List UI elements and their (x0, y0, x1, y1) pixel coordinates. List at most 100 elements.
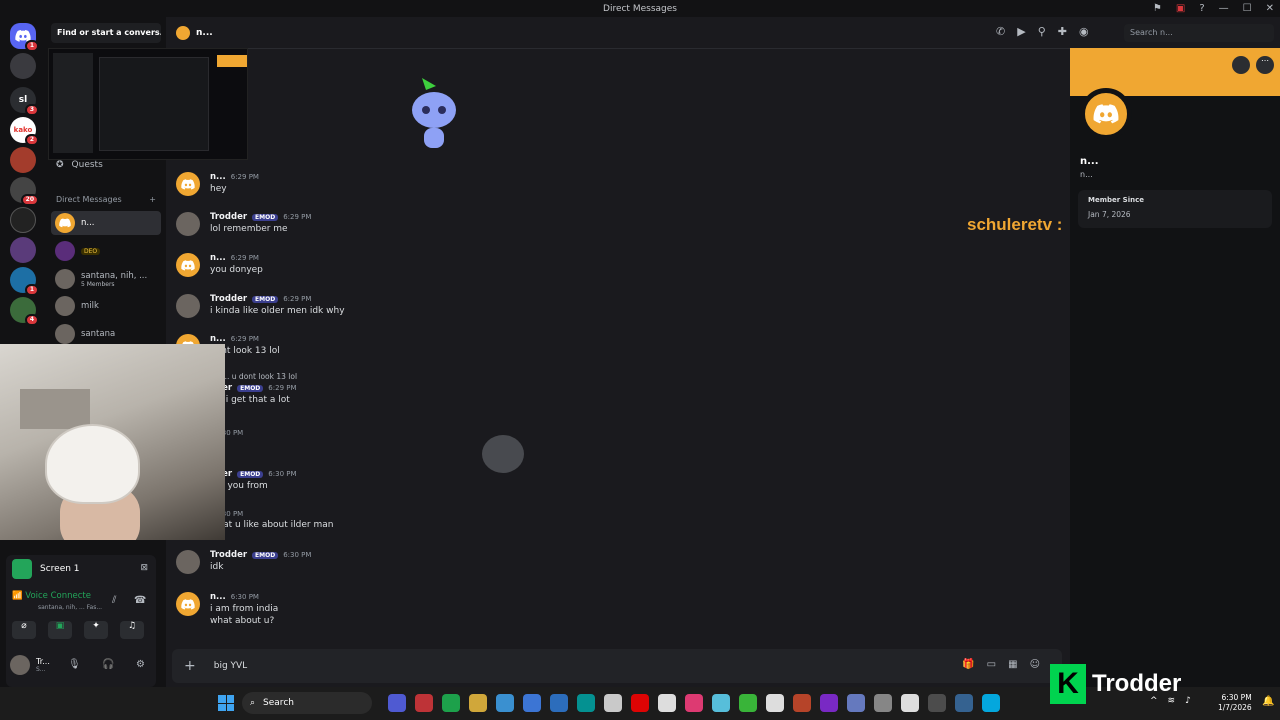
find-conversation-input[interactable]: Find or start a convers... (51, 23, 161, 43)
server-icon[interactable] (10, 207, 36, 233)
quests-item[interactable]: ✪ Quests (56, 160, 103, 170)
dm-item[interactable]: DEO (51, 239, 161, 263)
attach-plus-icon[interactable]: + (184, 658, 196, 674)
message[interactable]: 6:30 PM what u like about ilder man (176, 510, 676, 534)
dm-item[interactable]: santana, nih, ... 5 Members (51, 267, 161, 291)
message[interactable]: dderEMOD6:30 PMere you from (176, 469, 676, 493)
message[interactable]: n... 6:30 PM i am from india what about u? (176, 592, 676, 626)
message[interactable]: Trodder EMOD 6:29 PM i kinda like older men… (176, 294, 676, 318)
taskbar-app-icon[interactable] (604, 694, 622, 712)
taskbar-app-icon[interactable] (415, 694, 433, 712)
dm-item-active[interactable]: n... (51, 211, 161, 235)
taskbar-app-icon[interactable] (442, 694, 460, 712)
taskbar-app-icon[interactable] (523, 694, 541, 712)
taskbar-app-icon[interactable] (631, 694, 649, 712)
noise-suppression-icon[interactable]: ⫽ (112, 595, 116, 606)
taskbar-app-icon[interactable] (928, 694, 946, 712)
add-friends-icon[interactable]: ✚ (1058, 25, 1067, 38)
inbox-icon[interactable]: ⚑ (1153, 3, 1162, 14)
dm-item[interactable]: milk (51, 294, 161, 318)
notifications-icon[interactable]: 🔔 (1262, 696, 1274, 707)
message-author[interactable]: n... (210, 592, 226, 602)
volume-icon[interactable]: ♪ (1185, 696, 1191, 706)
camera-button[interactable]: ⌀ (12, 621, 36, 639)
avatar[interactable] (176, 253, 200, 277)
message[interactable]: 6:30 PM (176, 429, 676, 453)
user-info[interactable]: Tr... S... (10, 655, 50, 675)
video-icon[interactable]: ▶ (1017, 25, 1025, 38)
taskbar-app-icon[interactable] (469, 694, 487, 712)
server-icon[interactable] (10, 237, 36, 263)
taskbar-app-icon[interactable] (982, 694, 1000, 712)
message[interactable]: Trodder EMOD 6:30 PM idk (176, 550, 676, 574)
message-composer[interactable]: + big YVL 🎁 ▭ ▦ ☺ (172, 649, 1062, 683)
server-icon[interactable] (10, 53, 36, 79)
clock[interactable]: 6:30 PM 1/7/2026 (1218, 693, 1252, 713)
message-author[interactable]: Trodder (210, 294, 247, 304)
message-author[interactable]: n... (210, 172, 226, 182)
avatar[interactable] (176, 172, 200, 196)
taskbar-search[interactable]: ⌕ Search (242, 692, 372, 714)
disconnect-icon[interactable]: ☎ (134, 595, 146, 606)
settings-gear-icon[interactable]: ⚙ (136, 659, 145, 670)
minimize-icon[interactable]: — (1219, 3, 1229, 14)
start-icon[interactable] (218, 695, 234, 711)
search-input[interactable]: Search n... (1124, 24, 1274, 42)
server-tag-badge[interactable]: EMOD (252, 295, 279, 303)
help-icon[interactable]: ? (1199, 3, 1204, 14)
profile-toggle-icon[interactable]: ◉ (1079, 25, 1089, 38)
taskbar-app-icon[interactable] (577, 694, 595, 712)
close-icon[interactable]: ✕ (1266, 3, 1274, 14)
server-icon[interactable] (10, 147, 36, 173)
taskbar-app-icon[interactable] (901, 694, 919, 712)
taskbar-app-icon[interactable] (550, 694, 568, 712)
pin-icon[interactable]: ⚲ (1038, 25, 1046, 38)
message-author[interactable]: Trodder (210, 212, 247, 222)
message-author[interactable]: Trodder (210, 550, 247, 560)
message[interactable]: @n... u dont look 13 loldderEMOD6:29 PMo… (176, 372, 676, 405)
maximize-icon[interactable]: ☐ (1243, 3, 1252, 14)
avatar[interactable] (176, 550, 200, 574)
server-tag-badge[interactable]: EMOD (252, 213, 279, 221)
dm-item[interactable]: santana (51, 322, 161, 346)
activities-button[interactable]: ✦ (84, 621, 108, 639)
screen-share-icon[interactable]: ▣ (1176, 3, 1185, 14)
taskbar-app-icon[interactable] (847, 694, 865, 712)
add-dm-icon[interactable]: + (149, 195, 156, 204)
gift-icon[interactable]: 🎁 (962, 659, 974, 670)
more-options-icon[interactable]: ⋯ (1256, 56, 1274, 74)
message-input[interactable]: big YVL (214, 661, 247, 671)
taskbar-app-icon[interactable] (793, 694, 811, 712)
taskbar-app-icon[interactable] (712, 694, 730, 712)
mic-icon[interactable]: 🎙 (68, 659, 81, 670)
screen-share-status[interactable]: Screen 1 (12, 559, 80, 579)
share-screen-button[interactable]: ▣ (48, 621, 72, 639)
server-tag-badge[interactable]: EMOD (252, 551, 279, 559)
taskbar-app-icon[interactable] (955, 694, 973, 712)
taskbar-app-icon[interactable] (739, 694, 757, 712)
taskbar-app-icon[interactable] (820, 694, 838, 712)
message-author[interactable]: n... (210, 334, 226, 344)
taskbar-app-icon[interactable] (766, 694, 784, 712)
call-icon[interactable]: ✆ (996, 25, 1005, 38)
add-friend-icon[interactable] (1232, 56, 1250, 74)
server-icon[interactable]: kako 2 (10, 117, 39, 146)
emoji-icon[interactable]: ☺ (1030, 659, 1040, 670)
message[interactable]: n... 6:29 PM dont look 13 lol (176, 334, 676, 358)
server-icon[interactable]: 20 (10, 177, 39, 206)
stop-stream-icon[interactable]: ⊠ (140, 563, 148, 573)
server-icon[interactable]: 1 (10, 267, 39, 296)
gif-icon[interactable]: ▭ (987, 659, 996, 670)
sticker-icon[interactable]: ▦ (1008, 659, 1017, 670)
message-author[interactable]: n... (210, 253, 226, 263)
taskbar-app-icon[interactable] (874, 694, 892, 712)
taskbar-app-icon[interactable] (496, 694, 514, 712)
screen-share-preview[interactable] (48, 48, 248, 160)
voice-status[interactable]: 📶 Voice Connecte (12, 591, 91, 601)
server-icon[interactable]: sl 3 (10, 87, 39, 116)
message[interactable]: n... 6:29 PM you donyep (176, 253, 676, 277)
server-icon[interactable]: 4 (10, 297, 39, 326)
taskbar-app-icon[interactable] (658, 694, 676, 712)
avatar[interactable] (176, 592, 200, 616)
home-button[interactable]: 1 (10, 23, 39, 52)
